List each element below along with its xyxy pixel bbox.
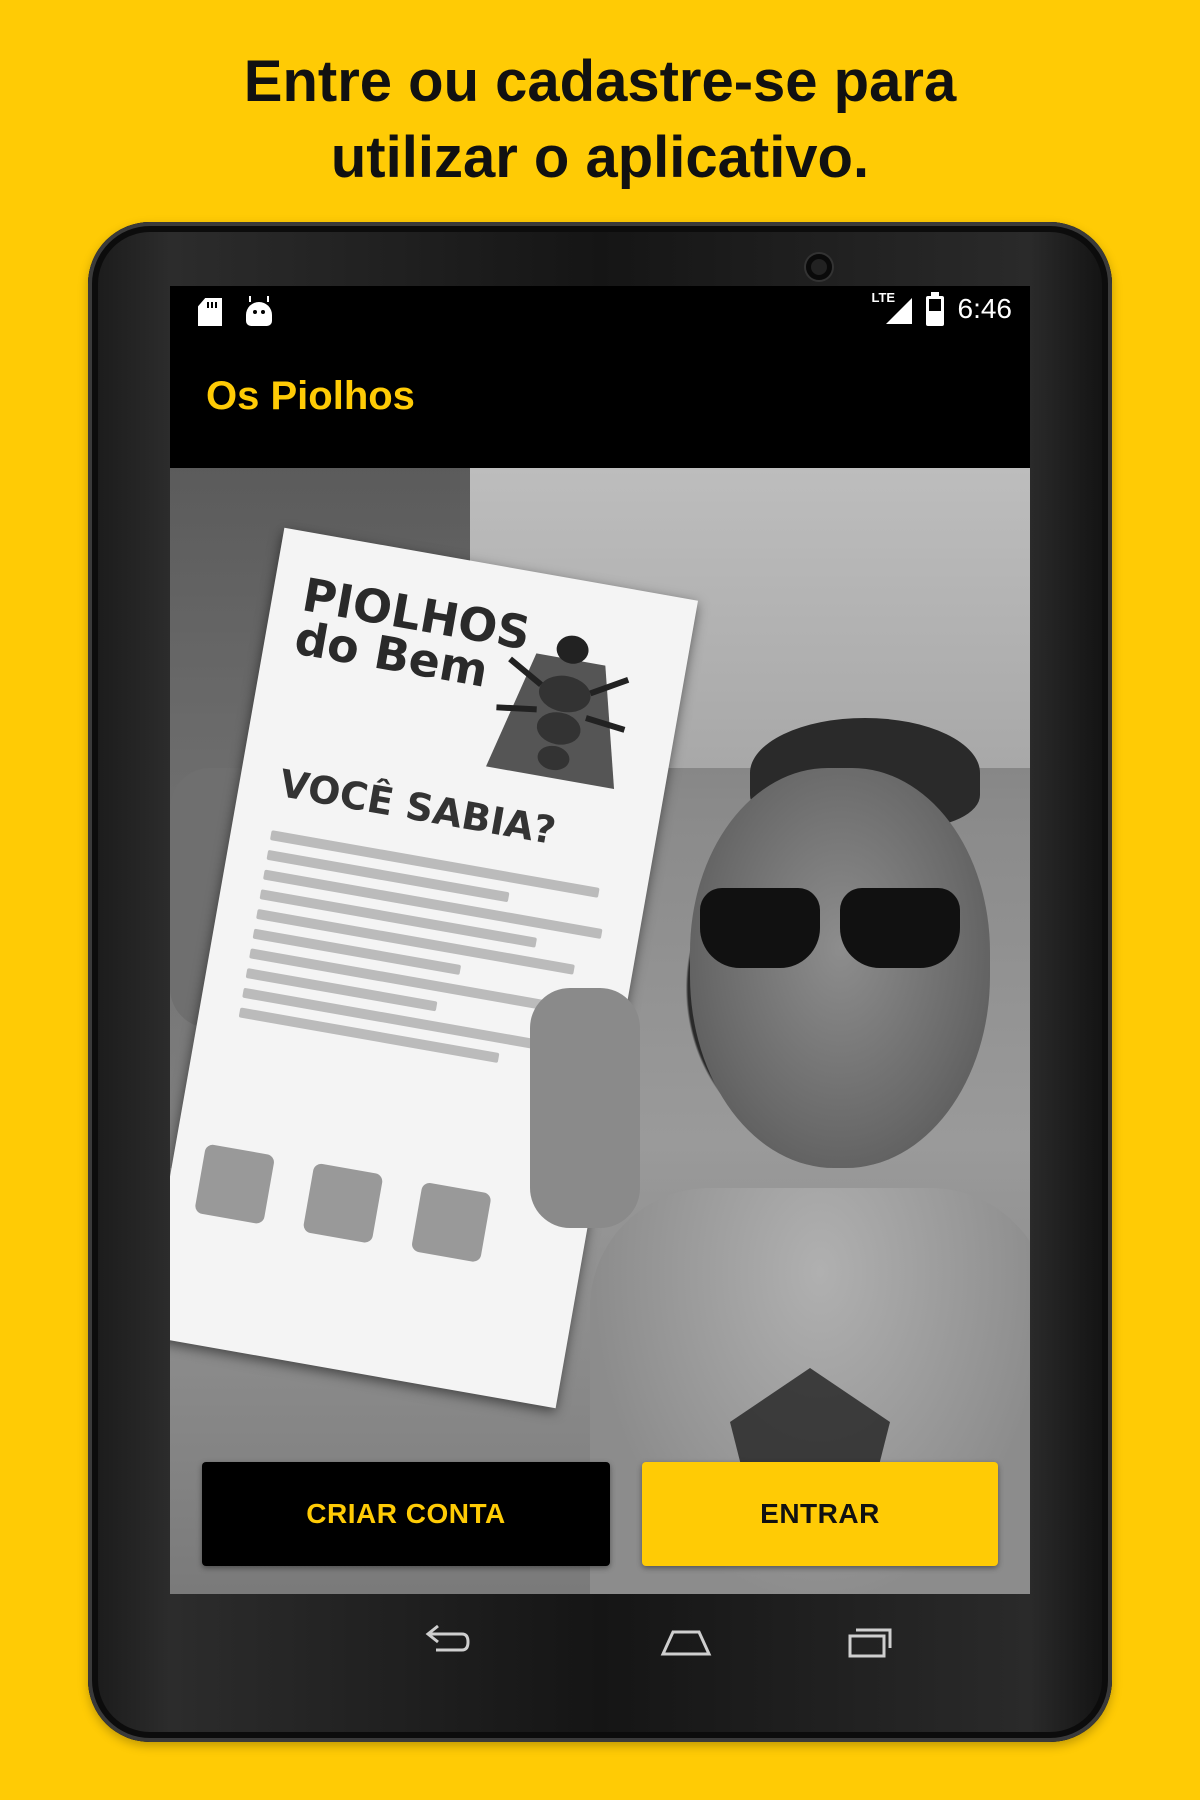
flyer-title: PIOLHOS do Bem [290,567,535,698]
sponsor-logo [194,1143,276,1225]
louse-mascot-icon [486,635,630,789]
app-toolbar: Os Piolhos [170,336,1030,468]
back-icon[interactable] [416,1622,470,1662]
home-icon[interactable] [659,1622,713,1662]
sponsor-logo [302,1162,384,1244]
lte-signal-icon: LTE [872,290,912,326]
headline-line-1: Entre ou cadastre-se para [243,49,957,114]
battery-charging-icon [925,292,944,326]
flyer-sponsor-logos [194,1143,492,1263]
status-time: 6:46 [957,293,1013,324]
sunglasses-icon [700,888,960,978]
sponsor-logo [410,1181,492,1263]
headline-line-2: utilizar o aplicativo. [330,125,870,190]
tablet-device-frame: LTE 6:46 Os Piolhos PIOLHOS do Bem VOCÊ … [88,222,1112,1742]
system-nav-bar [170,1594,1030,1694]
device-screen: LTE 6:46 Os Piolhos PIOLHOS do Bem VOCÊ … [170,286,1030,1594]
android-debug-icon [246,302,272,326]
front-camera [806,254,832,280]
status-right-icons: LTE 6:46 [872,290,1013,326]
sd-card-icon [198,298,222,326]
app-title: Os Piolhos [206,374,415,418]
promo-headline: Entre ou cadastre-se para utilizar o apl… [0,44,1200,196]
status-left-icons [198,298,272,326]
login-button[interactable]: ENTRAR [642,1462,998,1566]
hero-photo: PIOLHOS do Bem VOCÊ SABIA? CRIAR CONTA E… [170,468,1030,1594]
signal-strength-icon [885,298,912,324]
photo-hand-right [530,988,640,1228]
create-account-button[interactable]: CRIAR CONTA [202,1462,610,1566]
status-bar: LTE 6:46 [170,286,1030,336]
recent-apps-icon[interactable] [842,1622,896,1662]
